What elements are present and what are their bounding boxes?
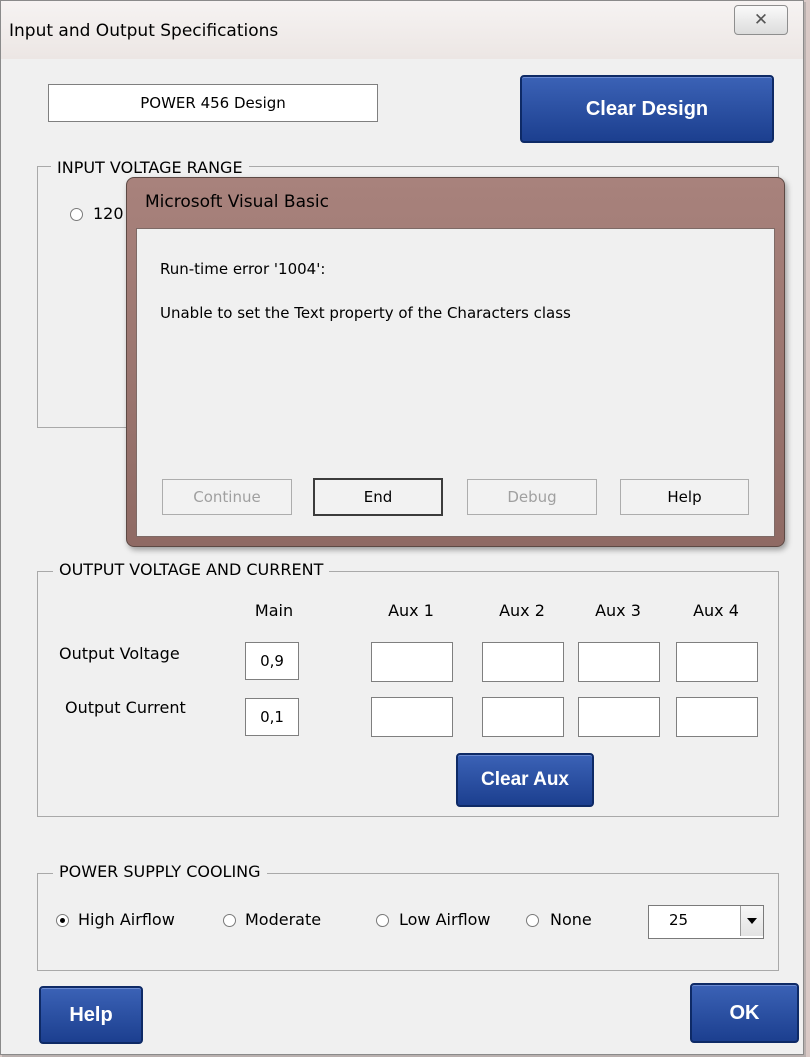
cooling-option-high-airflow: High Airflow: [78, 910, 175, 929]
aux3-voltage-field[interactable]: [578, 642, 660, 682]
input-voltage-option-1-label: 120: [93, 204, 124, 223]
column-header-aux3: Aux 3: [595, 601, 641, 620]
column-header-aux2: Aux 2: [499, 601, 545, 620]
ok-button[interactable]: OK: [690, 983, 799, 1043]
cooling-option-none: None: [550, 910, 592, 929]
cooling-radio-moderate[interactable]: [223, 914, 236, 927]
combobox-dropdown-button[interactable]: [740, 906, 763, 936]
vb-help-button[interactable]: Help: [620, 479, 749, 515]
output-voltage-label: Output Voltage: [59, 644, 180, 663]
error-message-text: Unable to set the Text property of the C…: [160, 304, 571, 322]
main-current-field[interactable]: 0,1: [245, 698, 299, 736]
aux2-current-field[interactable]: [482, 697, 564, 737]
cooling-radio-low-airflow[interactable]: [376, 914, 389, 927]
input-voltage-radio-1[interactable]: [70, 208, 83, 221]
cooling-option-moderate: Moderate: [245, 910, 322, 929]
cooling-radio-high-airflow[interactable]: [56, 914, 69, 927]
error-code-text: Run-time error '1004':: [160, 260, 326, 278]
vb-dialog-body: Run-time error '1004': Unable to set the…: [136, 228, 775, 537]
title-bar[interactable]: Input and Output Specifications ✕: [1, 1, 803, 59]
debug-button[interactable]: Debug: [467, 479, 597, 515]
window-title: Input and Output Specifications: [9, 21, 279, 41]
aux3-current-field[interactable]: [578, 697, 660, 737]
column-header-aux1: Aux 1: [388, 601, 434, 620]
aux4-current-field[interactable]: [676, 697, 758, 737]
continue-button[interactable]: Continue: [162, 479, 292, 515]
output-legend: OUTPUT VOLTAGE AND CURRENT: [53, 560, 330, 579]
clear-aux-button[interactable]: Clear Aux: [456, 753, 594, 807]
cooling-option-low-airflow: Low Airflow: [399, 910, 491, 929]
design-name-field[interactable]: POWER 456 Design: [48, 84, 378, 122]
vb-dialog-title: Microsoft Visual Basic: [145, 192, 329, 212]
cooling-radio-none[interactable]: [526, 914, 539, 927]
combobox-value: 25: [669, 911, 689, 929]
chevron-down-icon: [747, 918, 757, 924]
column-header-main: Main: [254, 601, 294, 620]
output-current-label: Output Current: [65, 698, 186, 717]
vb-error-dialog: Microsoft Visual Basic Run-time error '1…: [126, 177, 785, 547]
aux1-current-field[interactable]: [371, 697, 453, 737]
clear-design-button[interactable]: Clear Design: [520, 75, 774, 143]
aux2-voltage-field[interactable]: [482, 642, 564, 682]
close-button[interactable]: ✕: [734, 5, 788, 35]
aux4-voltage-field[interactable]: [676, 642, 758, 682]
aux1-voltage-field[interactable]: [371, 642, 453, 682]
close-icon: ✕: [753, 10, 769, 30]
help-button[interactable]: Help: [39, 986, 143, 1044]
main-voltage-field[interactable]: 0,9: [245, 642, 299, 680]
cooling-legend: POWER SUPPLY COOLING: [53, 862, 267, 881]
input-voltage-legend: INPUT VOLTAGE RANGE: [51, 158, 249, 177]
airflow-combobox[interactable]: 25: [648, 905, 764, 939]
end-button[interactable]: End: [313, 478, 443, 516]
column-header-aux4: Aux 4: [693, 601, 739, 620]
